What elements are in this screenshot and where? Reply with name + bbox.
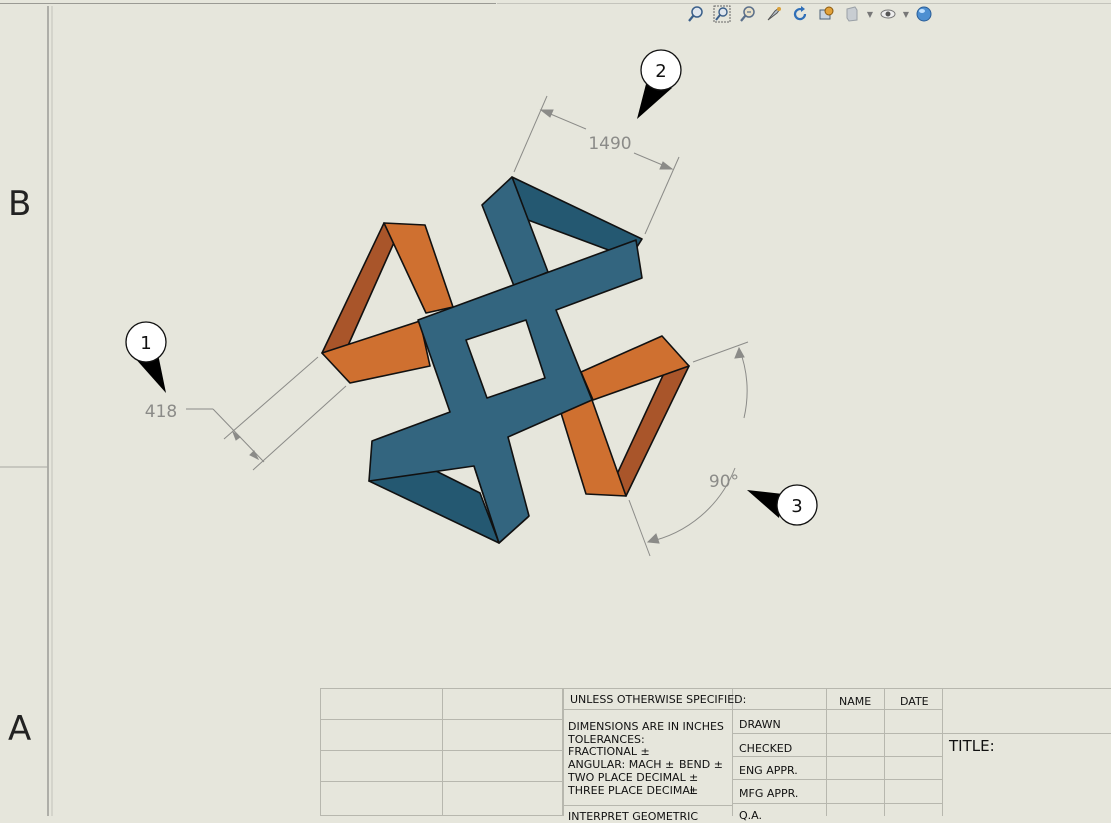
orange-frame-lower-right [556,399,627,497]
title-block: UNLESS OTHERWISE SPECIFIED: DIMENSIONS A… [320,688,1111,823]
rev-cell [443,782,563,816]
eng-appr-date-cell[interactable] [885,757,943,780]
mfg-appr-label: MFG APPR. [739,787,799,800]
balloon-3[interactable]: 3 [747,484,818,526]
eng-appr-label: ENG APPR. [739,764,798,777]
balloon-3-text: 3 [791,496,802,517]
balloon-1[interactable]: 1 [125,321,167,393]
qa-date-cell[interactable] [885,804,943,816]
name-header: NAME [839,695,872,708]
angular-text: ANGULAR: MACH ± [568,758,675,771]
interpret-text: INTERPRET GEOMETRIC [568,810,699,823]
rev-cell [443,720,563,751]
drawn-name-cell[interactable] [827,710,885,734]
balloon-2[interactable]: 2 [637,49,682,119]
mfg-appr-date-cell[interactable] [885,780,943,804]
checked-label: CHECKED [739,742,793,755]
model-view[interactable] [321,176,690,544]
company-cell [943,688,1111,734]
rev-cell [443,688,563,720]
two-place-text: TWO PLACE DECIMAL [568,771,686,784]
dimension-width[interactable] [186,356,347,471]
rev-cell [320,688,443,720]
dimension-length-text[interactable]: 1490 [588,134,631,154]
bend-text: BEND ± [679,758,723,771]
fractional-text: FRACTIONAL ± [568,745,650,758]
unless-text: UNLESS OTHERWISE SPECIFIED: [570,693,747,706]
drawn-label: DRAWN [739,718,781,731]
dimension-angle-text[interactable]: 90° [709,472,739,492]
dims-inches-text: DIMENSIONS ARE IN INCHES [568,720,724,733]
eng-appr-name-cell[interactable] [827,757,885,780]
rev-cell [320,720,443,751]
rev-cell [320,782,443,816]
title-label: TITLE: [949,737,995,755]
checked-date-cell[interactable] [885,734,943,757]
rev-cell [443,751,563,782]
dimension-width-text[interactable]: 418 [145,402,177,422]
drawn-date-cell[interactable] [885,710,943,734]
balloon-2-text: 2 [655,61,666,82]
rev-cell [320,751,443,782]
qa-name-cell[interactable] [827,804,885,816]
date-header: DATE [900,695,929,708]
balloon-1-text: 1 [140,333,151,354]
three-place-text: THREE PLACE DECIMAL [568,784,696,797]
two-place-tol: ± [689,771,699,784]
checked-name-cell[interactable] [827,734,885,757]
three-place-tol: ± [689,784,699,797]
approval-header-blank [733,688,827,710]
mfg-appr-name-cell[interactable] [827,780,885,804]
orange-frame-upper-left [383,222,454,314]
